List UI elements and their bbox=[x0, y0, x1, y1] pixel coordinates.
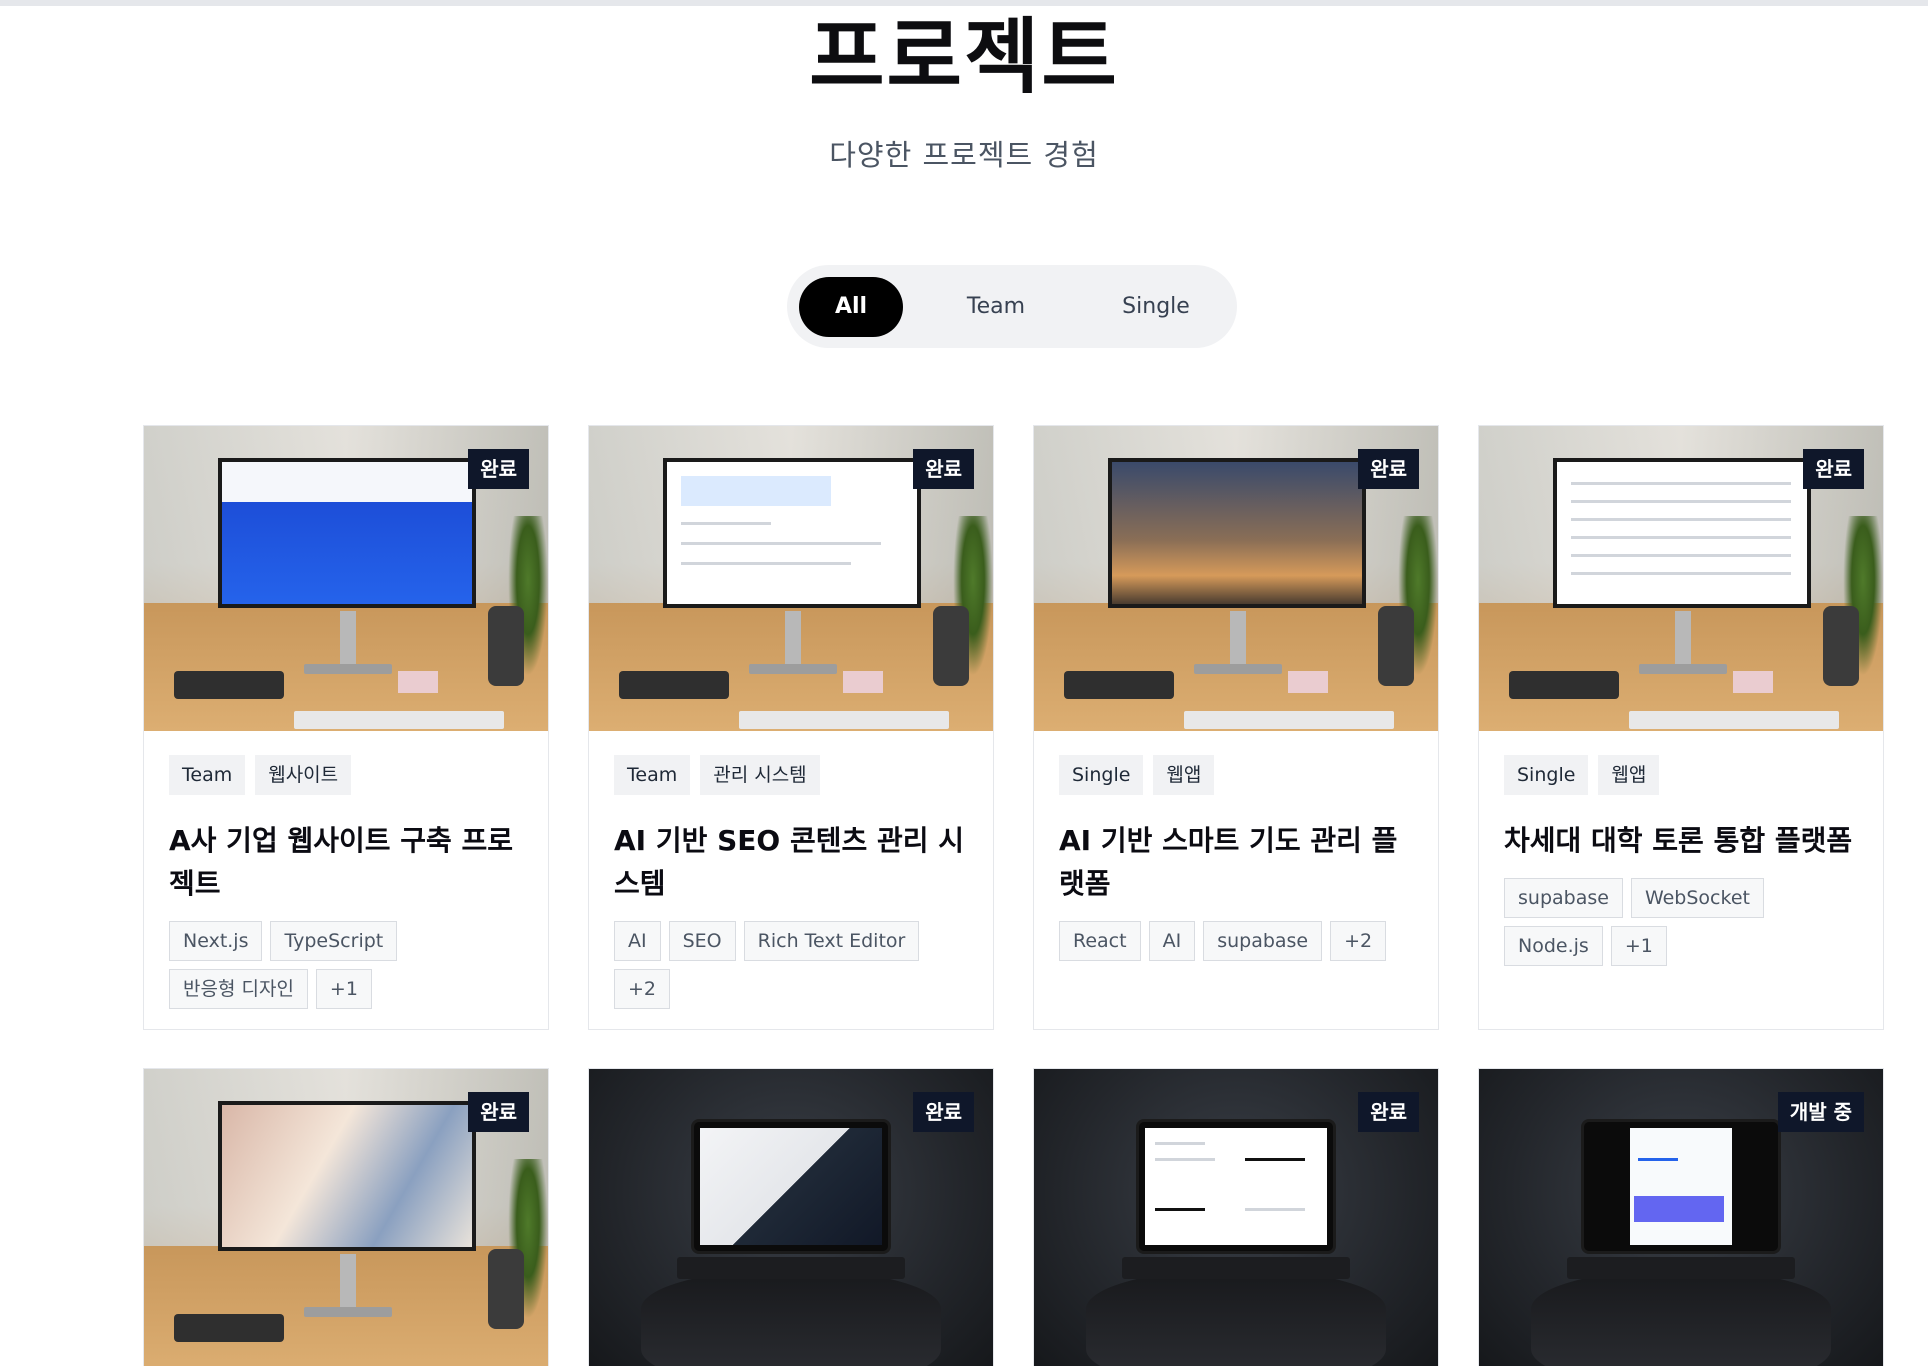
tech-more-tag: +2 bbox=[614, 969, 671, 1009]
tech-tag: Next.js bbox=[169, 921, 263, 961]
project-title: A사 기업 웹사이트 구축 프로젝트 bbox=[169, 824, 514, 900]
project-thumbnail: 완료 bbox=[1034, 426, 1438, 731]
pedestal-decoration bbox=[641, 1269, 941, 1366]
project-thumbnail: 완료 bbox=[589, 1069, 993, 1366]
status-badge: 완료 bbox=[1358, 1092, 1419, 1132]
filter-tab-single[interactable]: Single bbox=[1089, 277, 1223, 337]
project-card[interactable]: 완료 bbox=[1033, 1068, 1439, 1366]
project-card[interactable]: 완료 Single 웹앱 AI 기반 스마트 기도 관리 플랫폼 React A… bbox=[1033, 425, 1439, 1030]
page-subtitle: 다양한 프로젝트 경험 bbox=[829, 138, 1099, 172]
type-tag: Team bbox=[169, 755, 246, 795]
project-thumbnail: 완료 bbox=[1479, 426, 1883, 731]
pedestal-decoration bbox=[1086, 1269, 1386, 1366]
project-card[interactable]: 완료 bbox=[588, 1068, 994, 1366]
tech-tag: SEO bbox=[668, 921, 736, 961]
type-tag: Team bbox=[614, 755, 691, 795]
tech-tag: supabase bbox=[1504, 878, 1623, 918]
monitor-image bbox=[663, 458, 921, 608]
tech-tag: AI bbox=[1148, 921, 1196, 961]
filter-tabs: All Team Single bbox=[787, 265, 1237, 348]
status-badge: 완료 bbox=[913, 449, 974, 489]
project-card[interactable]: 완료 Team 웹사이트 A사 기업 웹사이트 구축 프로젝트 Next.js … bbox=[143, 425, 549, 1030]
tech-more-tag: +2 bbox=[1330, 921, 1387, 961]
tech-tag: React bbox=[1059, 921, 1141, 961]
tech-tag: 반응형 디자인 bbox=[169, 969, 308, 1009]
tech-tag: supabase bbox=[1203, 921, 1323, 961]
pedestal-decoration bbox=[1531, 1269, 1831, 1366]
project-card[interactable]: 완료 Team 관리 시스템 AI 기반 SEO 콘텐츠 관리 시스템 AI S… bbox=[588, 425, 994, 1030]
laptop-image bbox=[691, 1119, 891, 1254]
monitor-image bbox=[1553, 458, 1811, 608]
monitor-image bbox=[218, 458, 476, 608]
tech-tag: Rich Text Editor bbox=[743, 921, 920, 961]
project-card[interactable]: 완료 bbox=[143, 1068, 549, 1366]
category-tag: 웹앱 bbox=[1153, 755, 1215, 795]
status-badge: 완료 bbox=[1358, 449, 1419, 489]
page-header: 프로젝트 다양한 프로젝트 경험 bbox=[0, 10, 1928, 174]
filter-tab-team[interactable]: Team bbox=[903, 277, 1089, 337]
status-badge: 완료 bbox=[1803, 449, 1864, 489]
project-thumbnail: 완료 bbox=[589, 426, 993, 731]
monitor-image bbox=[218, 1101, 476, 1251]
tech-tag: AI bbox=[614, 921, 661, 961]
project-thumbnail: 완료 bbox=[144, 426, 548, 731]
status-badge: 완료 bbox=[468, 449, 529, 489]
tech-more-tag: +1 bbox=[315, 969, 372, 1009]
page-title: 프로젝트 bbox=[809, 10, 1119, 105]
tech-tag: Node.js bbox=[1504, 926, 1603, 966]
project-title: AI 기반 스마트 기도 관리 플랫폼 bbox=[1059, 824, 1398, 900]
status-badge: 완료 bbox=[913, 1092, 974, 1132]
status-badge: 개발 중 bbox=[1777, 1092, 1864, 1132]
laptop-image bbox=[1581, 1119, 1781, 1254]
project-title: 차세대 대학 토론 통합 플랫폼 bbox=[1504, 824, 1853, 857]
laptop-image bbox=[1136, 1119, 1336, 1254]
project-card[interactable]: 개발 중 bbox=[1478, 1068, 1884, 1366]
status-badge: 완료 bbox=[468, 1092, 529, 1132]
project-card[interactable]: 완료 Single 웹앱 차세대 대학 토론 통합 플랫폼 supabase W… bbox=[1478, 425, 1884, 1030]
tech-tag: TypeScript bbox=[270, 921, 398, 961]
project-thumbnail: 개발 중 bbox=[1479, 1069, 1883, 1366]
type-tag: Single bbox=[1059, 755, 1144, 795]
category-tag: 관리 시스템 bbox=[700, 755, 820, 795]
category-tag: 웹사이트 bbox=[255, 755, 352, 795]
type-tag: Single bbox=[1504, 755, 1589, 795]
category-tag: 웹앱 bbox=[1598, 755, 1660, 795]
tech-tag: WebSocket bbox=[1630, 878, 1764, 918]
project-thumbnail: 완료 bbox=[1034, 1069, 1438, 1366]
filter-tab-all[interactable]: All bbox=[799, 276, 903, 337]
project-thumbnail: 완료 bbox=[144, 1069, 548, 1366]
top-divider bbox=[0, 0, 1928, 6]
tech-more-tag: +1 bbox=[1610, 926, 1667, 966]
monitor-image bbox=[1108, 458, 1366, 608]
project-title: AI 기반 SEO 콘텐츠 관리 시스템 bbox=[614, 824, 965, 900]
